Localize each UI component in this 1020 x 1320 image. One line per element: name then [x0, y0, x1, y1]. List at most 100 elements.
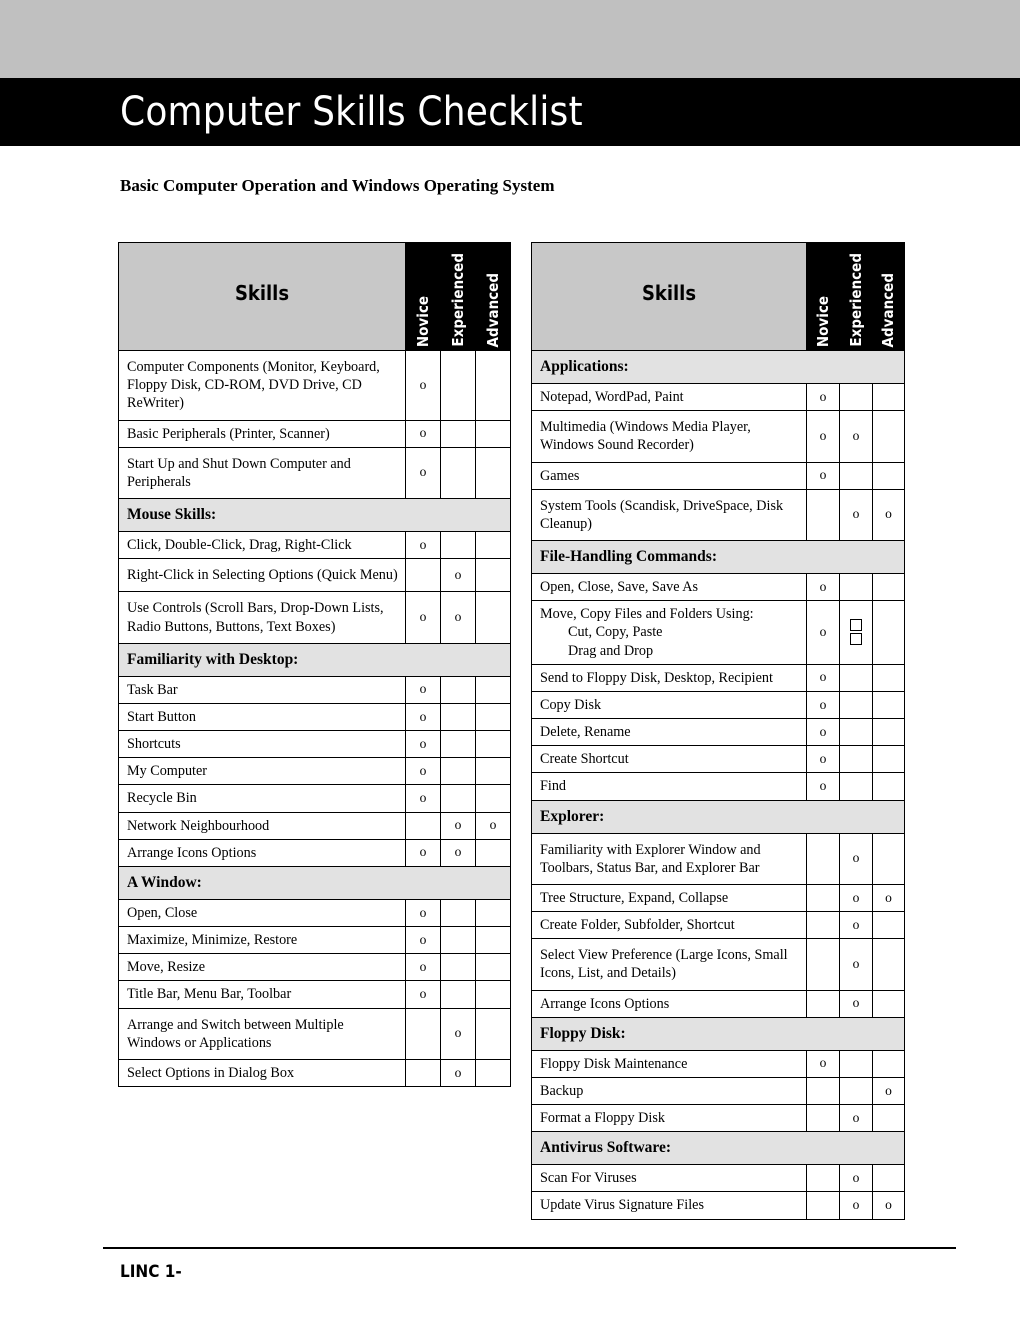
mark-cell-novice[interactable]: [806, 1076, 840, 1106]
mark-cell-novice[interactable]: o: [405, 531, 441, 560]
mark-cell-novice[interactable]: o: [806, 461, 840, 490]
mark-cell-experienced[interactable]: o: [839, 883, 873, 913]
mark-cell-advanced[interactable]: [872, 1164, 905, 1193]
mark-cell-advanced[interactable]: [475, 953, 511, 982]
mark-cell-advanced[interactable]: [872, 1049, 905, 1078]
mark-cell-advanced[interactable]: [872, 382, 905, 412]
mark-cell-advanced[interactable]: [872, 989, 905, 1018]
mark-cell-advanced[interactable]: [475, 1007, 511, 1060]
mark-cell-novice[interactable]: o: [806, 690, 840, 720]
mark-cell-novice[interactable]: o: [405, 838, 441, 867]
mark-cell-advanced[interactable]: [475, 350, 511, 421]
mark-cell-novice[interactable]: o: [405, 446, 441, 500]
mark-cell-novice[interactable]: o: [806, 663, 840, 692]
mark-cell-advanced[interactable]: [475, 784, 511, 813]
mark-cell-experienced[interactable]: [440, 953, 476, 982]
mark-cell-advanced[interactable]: [872, 832, 905, 885]
mark-cell-advanced[interactable]: o: [872, 488, 905, 542]
mark-cell-experienced[interactable]: o: [839, 410, 873, 463]
mark-cell-experienced[interactable]: o: [839, 938, 873, 991]
mark-cell-advanced[interactable]: [872, 690, 905, 720]
mark-cell-advanced[interactable]: [872, 573, 905, 602]
mark-cell-advanced[interactable]: [475, 446, 511, 500]
mark-cell-experienced[interactable]: [440, 531, 476, 560]
mark-cell-experienced[interactable]: [839, 663, 873, 692]
mark-cell-advanced[interactable]: [475, 675, 511, 704]
mark-cell-experienced[interactable]: [440, 757, 476, 786]
mark-cell-advanced[interactable]: [475, 757, 511, 786]
mark-cell-novice[interactable]: o: [806, 410, 840, 463]
mark-cell-novice[interactable]: o: [806, 718, 840, 747]
mark-cell-experienced[interactable]: [839, 600, 873, 665]
mark-cell-novice[interactable]: [806, 1164, 840, 1193]
mark-cell-advanced[interactable]: [872, 772, 905, 801]
mark-cell-novice[interactable]: o: [806, 1049, 840, 1078]
mark-cell-experienced[interactable]: [839, 1076, 873, 1106]
mark-cell-experienced[interactable]: [839, 1049, 873, 1078]
mark-cell-advanced[interactable]: [872, 410, 905, 463]
mark-cell-novice[interactable]: [806, 488, 840, 542]
mark-cell-experienced[interactable]: [440, 446, 476, 500]
mark-cell-novice[interactable]: [405, 558, 441, 593]
mark-cell-advanced[interactable]: o: [872, 883, 905, 913]
mark-cell-advanced[interactable]: [475, 1058, 511, 1088]
mark-cell-novice[interactable]: o: [405, 419, 441, 448]
mark-cell-experienced[interactable]: [839, 772, 873, 801]
mark-cell-advanced[interactable]: [872, 461, 905, 490]
mark-cell-novice[interactable]: o: [806, 573, 840, 602]
mark-cell-experienced[interactable]: [839, 382, 873, 412]
mark-cell-experienced[interactable]: o: [440, 1058, 476, 1088]
mark-cell-advanced[interactable]: [475, 980, 511, 1009]
checkbox-icon[interactable]: [850, 633, 862, 646]
mark-cell-advanced[interactable]: o: [872, 1191, 905, 1220]
mark-cell-advanced[interactable]: [475, 702, 511, 732]
mark-cell-novice[interactable]: o: [405, 784, 441, 813]
mark-cell-novice[interactable]: o: [405, 898, 441, 928]
mark-cell-experienced[interactable]: o: [839, 989, 873, 1018]
mark-cell-novice[interactable]: o: [405, 953, 441, 982]
mark-cell-experienced[interactable]: o: [839, 832, 873, 885]
mark-cell-experienced[interactable]: [839, 573, 873, 602]
mark-cell-experienced[interactable]: o: [440, 558, 476, 593]
mark-cell-novice[interactable]: o: [405, 980, 441, 1009]
mark-cell-experienced[interactable]: o: [839, 1104, 873, 1133]
mark-cell-advanced[interactable]: o: [872, 1076, 905, 1106]
mark-cell-experienced[interactable]: o: [839, 1191, 873, 1220]
mark-cell-novice[interactable]: [806, 1191, 840, 1220]
mark-cell-experienced[interactable]: [839, 461, 873, 490]
mark-cell-experienced[interactable]: [440, 419, 476, 448]
mark-cell-novice[interactable]: o: [806, 600, 840, 665]
mark-cell-novice[interactable]: o: [405, 757, 441, 786]
mark-cell-advanced[interactable]: [872, 663, 905, 692]
mark-cell-novice[interactable]: o: [806, 772, 840, 801]
mark-cell-novice[interactable]: o: [405, 350, 441, 421]
mark-cell-experienced[interactable]: [839, 745, 873, 774]
mark-cell-advanced[interactable]: [475, 838, 511, 867]
mark-cell-advanced[interactable]: [475, 926, 511, 955]
checkbox-icon[interactable]: [850, 619, 862, 632]
mark-cell-experienced[interactable]: [440, 675, 476, 704]
mark-cell-novice[interactable]: [405, 1007, 441, 1060]
mark-cell-advanced[interactable]: [475, 419, 511, 448]
mark-cell-experienced[interactable]: o: [440, 591, 476, 644]
mark-cell-advanced[interactable]: [475, 591, 511, 644]
mark-cell-advanced[interactable]: [872, 911, 905, 940]
mark-cell-experienced[interactable]: o: [839, 1164, 873, 1193]
mark-cell-experienced[interactable]: [440, 980, 476, 1009]
mark-cell-advanced[interactable]: [872, 718, 905, 747]
mark-cell-novice[interactable]: [806, 938, 840, 991]
mark-cell-experienced[interactable]: [440, 350, 476, 421]
mark-cell-experienced[interactable]: o: [440, 838, 476, 867]
mark-cell-novice[interactable]: [806, 832, 840, 885]
mark-cell-advanced[interactable]: [872, 745, 905, 774]
mark-cell-advanced[interactable]: [475, 558, 511, 593]
mark-cell-novice[interactable]: [806, 911, 840, 940]
mark-cell-novice[interactable]: [806, 883, 840, 913]
mark-cell-experienced[interactable]: [839, 718, 873, 747]
mark-cell-experienced[interactable]: o: [440, 1007, 476, 1060]
mark-cell-advanced[interactable]: o: [475, 811, 511, 840]
mark-cell-advanced[interactable]: [475, 898, 511, 928]
mark-cell-experienced[interactable]: [440, 702, 476, 732]
mark-cell-experienced[interactable]: o: [839, 488, 873, 542]
mark-cell-advanced[interactable]: [872, 938, 905, 991]
